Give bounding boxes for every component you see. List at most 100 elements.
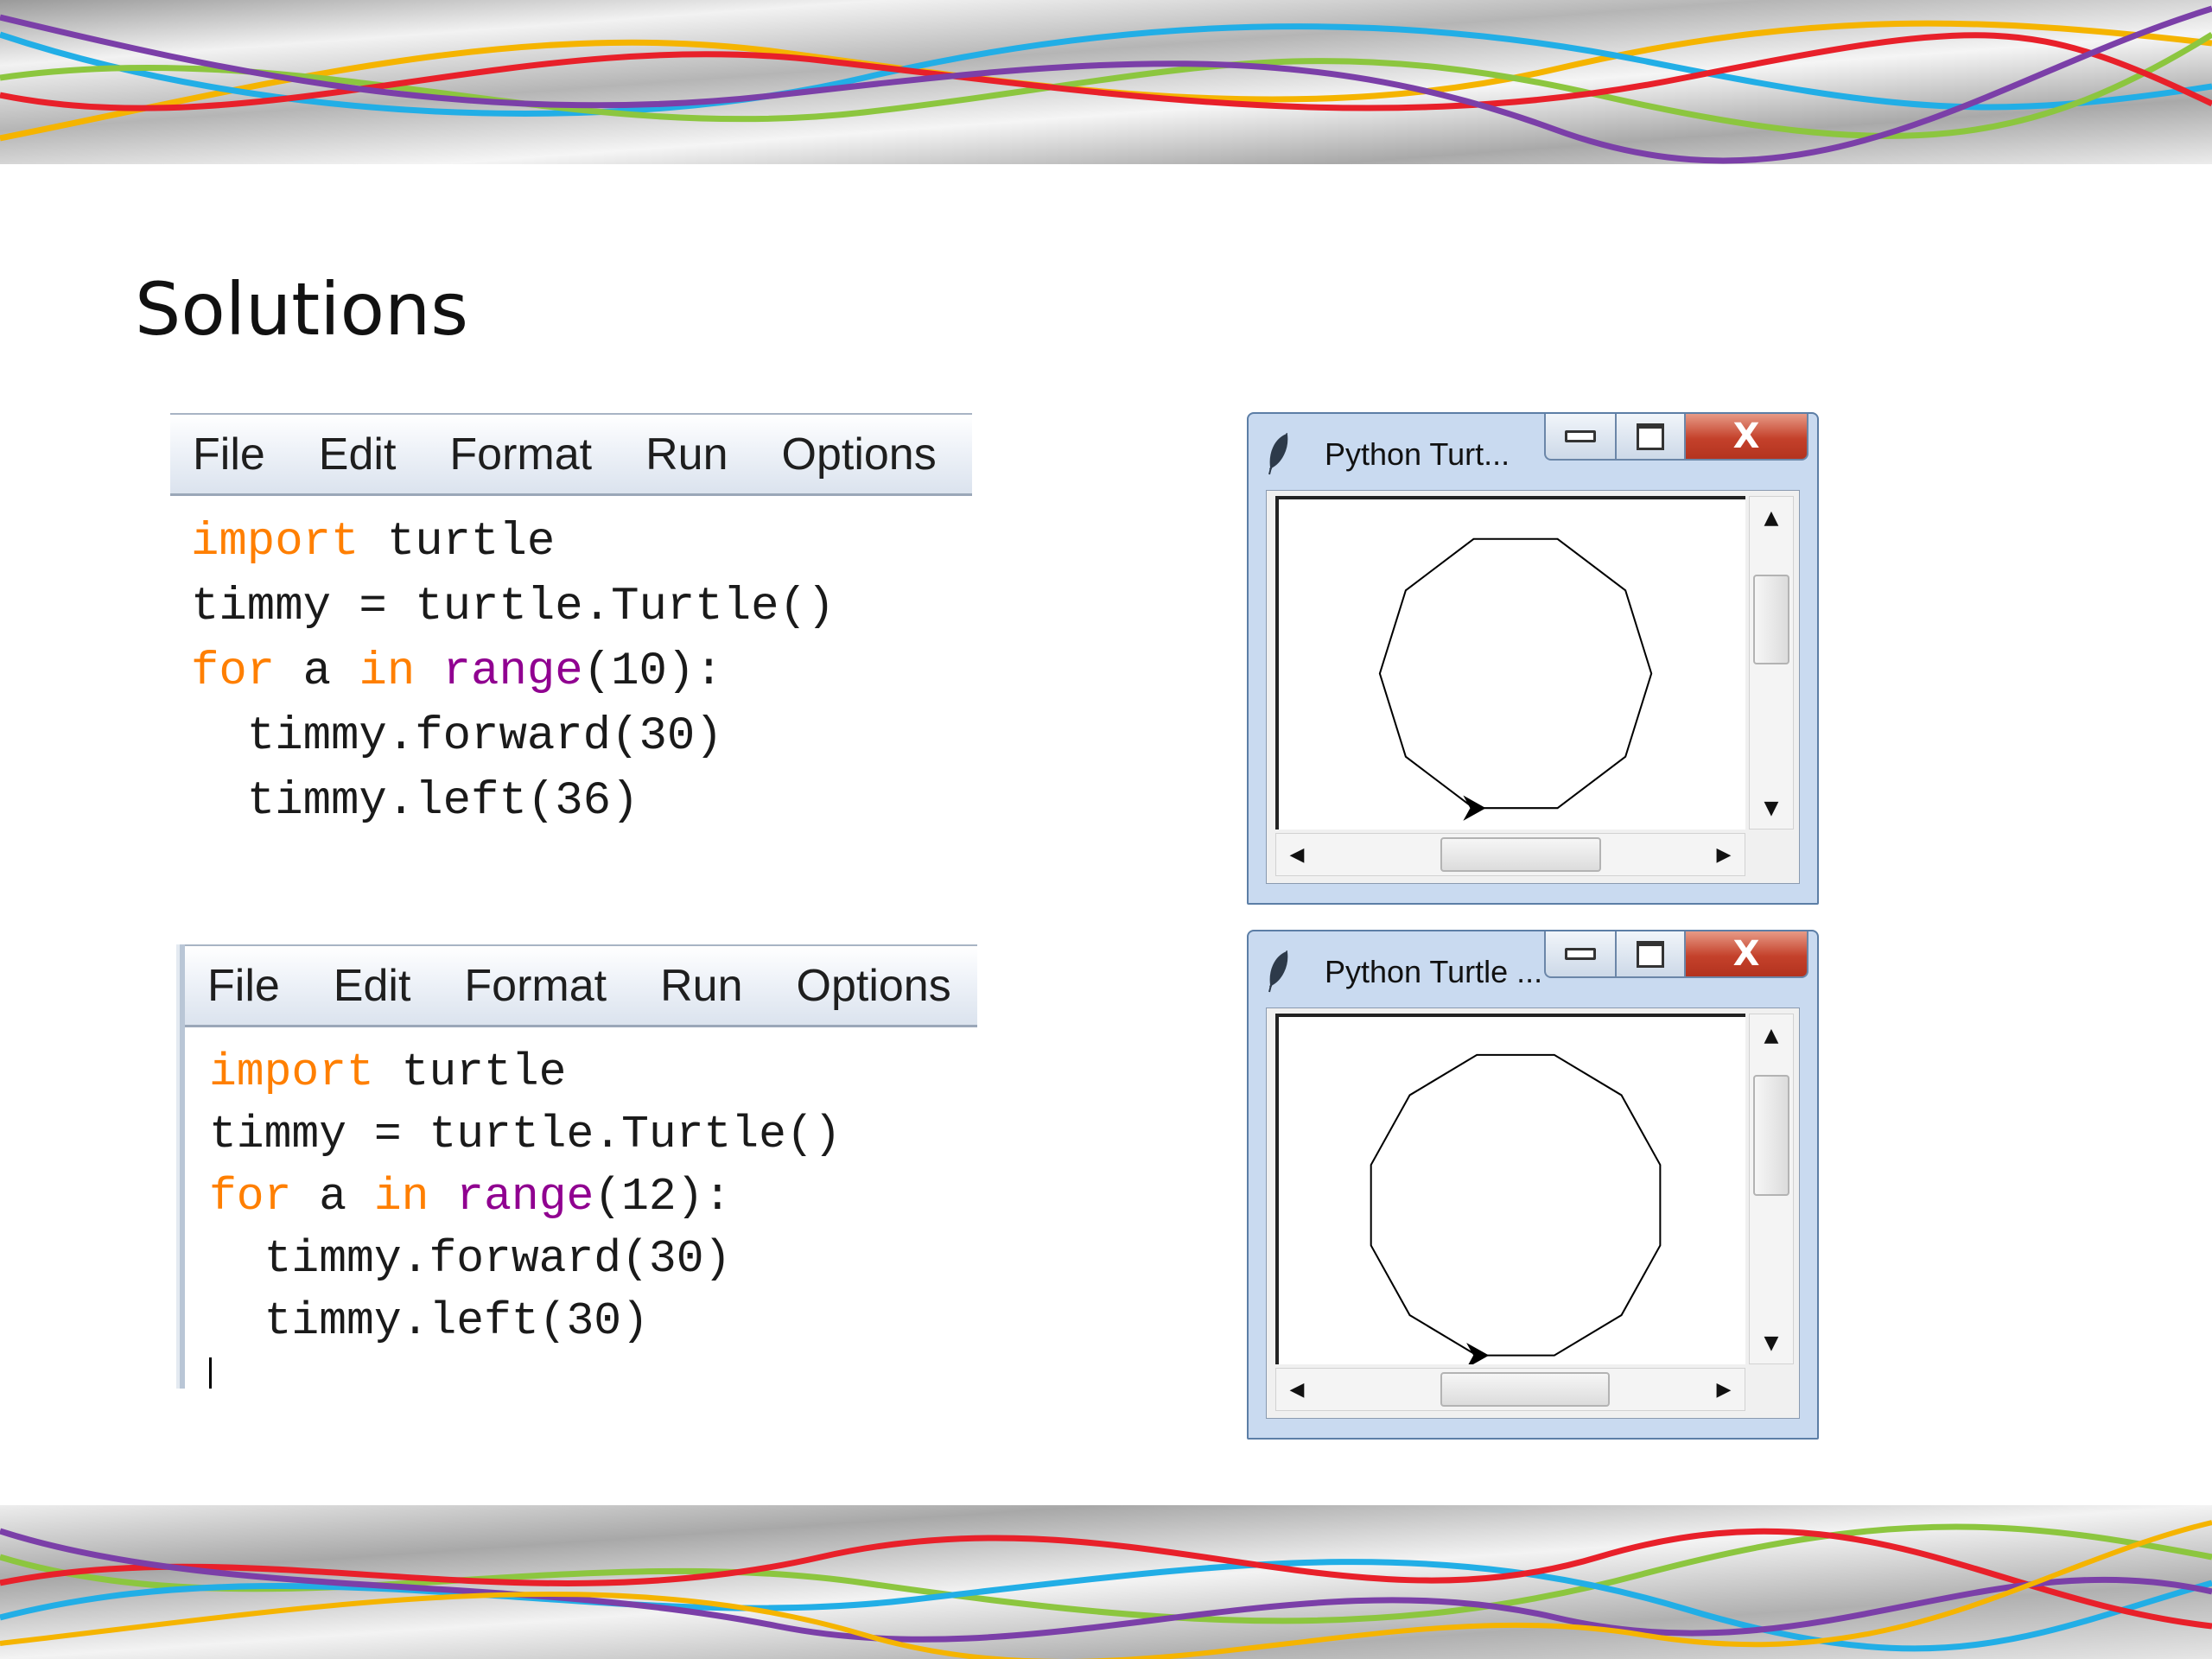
vertical-scrollbar[interactable]: ▲ ▼ xyxy=(1749,1014,1794,1364)
code-line: import turtle xyxy=(209,1041,977,1103)
menu-file[interactable]: File xyxy=(207,963,280,1008)
top-banner xyxy=(0,0,2212,164)
menu-format[interactable]: Format xyxy=(449,432,592,477)
scroll-down-button[interactable]: ▼ xyxy=(1751,787,1792,829)
minimize-button[interactable] xyxy=(1544,414,1617,461)
ribbon-decoration xyxy=(0,0,2212,164)
feather-icon xyxy=(1268,433,1288,475)
code-text: timmy = turtle.Turtle() xyxy=(191,581,836,633)
menu-format[interactable]: Format xyxy=(464,963,607,1008)
code-keyword: for xyxy=(209,1171,292,1223)
menu-run[interactable]: Run xyxy=(645,432,728,477)
turtle-cursor-icon xyxy=(1466,1343,1490,1364)
feather-icon xyxy=(1268,950,1288,993)
horizontal-scroll-thumb[interactable] xyxy=(1440,1372,1610,1407)
horizontal-scrollbar[interactable]: ◀ ▶ xyxy=(1275,1368,1745,1411)
code-area[interactable]: import turtle timmy = turtle.Turtle() for … xyxy=(170,496,972,828)
menu-edit[interactable]: Edit xyxy=(334,963,411,1008)
code-text: turtle xyxy=(359,516,556,569)
code-text: (12): xyxy=(594,1171,732,1223)
caption-buttons: X xyxy=(1544,931,1808,982)
code-text: a xyxy=(291,1171,374,1223)
code-keyword: import xyxy=(191,516,359,569)
menu-bar: File Edit Format Run Options xyxy=(185,944,977,1027)
code-text: (10): xyxy=(582,645,723,698)
scroll-right-button[interactable]: ▶ xyxy=(1703,834,1745,875)
menu-options[interactable]: Options xyxy=(797,963,951,1008)
turtle-drawing xyxy=(1370,1053,1662,1364)
code-keyword: for xyxy=(191,645,276,698)
ribbon-decoration xyxy=(0,1505,2212,1659)
window-client: ▲ ▼ ◀ ▶ xyxy=(1266,490,1800,884)
code-line: timmy.left(30) xyxy=(209,1290,977,1352)
turtle-canvas xyxy=(1275,496,1745,830)
idle-editor-1: File Edit Format Run Options import turt… xyxy=(170,413,972,828)
window-client: ▲ ▼ ◀ ▶ xyxy=(1266,1007,1800,1419)
window-title: Python Turtle ... xyxy=(1325,954,1543,989)
scroll-up-button[interactable]: ▲ xyxy=(1751,1014,1792,1056)
code-line: for a in range(10): xyxy=(191,639,972,704)
minimize-button[interactable] xyxy=(1544,931,1617,978)
code-line: timmy.forward(30) xyxy=(191,704,972,769)
close-icon: X xyxy=(1732,934,1760,974)
turtle-drawing xyxy=(1378,537,1653,821)
turtle-window-2: Python Turtle ... X ▲ ▼ ◀ ▶ xyxy=(1247,930,1819,1440)
menu-bar: File Edit Format Run Options xyxy=(170,413,972,496)
caption-buttons: X xyxy=(1544,414,1808,464)
code-text: timmy = turtle.Turtle() xyxy=(209,1109,842,1160)
vertical-scroll-thumb[interactable] xyxy=(1753,575,1789,664)
code-area[interactable]: import turtle timmy = turtle.Turtle() for … xyxy=(185,1027,977,1352)
slide-title: Solutions xyxy=(135,267,468,352)
menu-file[interactable]: File xyxy=(193,432,265,477)
turtle-window-1: Python Turt... X ▲ ▼ ◀ ▶ xyxy=(1247,412,1819,905)
code-text: timmy.left(30) xyxy=(209,1295,649,1347)
close-icon: X xyxy=(1732,416,1760,456)
code-line: timmy.left(36) xyxy=(191,769,972,828)
scroll-up-button[interactable]: ▲ xyxy=(1751,497,1792,538)
code-text: timmy.forward(30) xyxy=(209,1233,732,1285)
scroll-right-button[interactable]: ▶ xyxy=(1703,1369,1745,1410)
scroll-down-button[interactable]: ▼ xyxy=(1751,1322,1792,1363)
code-line: timmy = turtle.Turtle() xyxy=(191,575,972,639)
title-bar[interactable]: Python Turt... X xyxy=(1249,414,1817,490)
close-button[interactable]: X xyxy=(1686,931,1808,978)
window-title: Python Turt... xyxy=(1325,436,1510,472)
scroll-left-button[interactable]: ◀ xyxy=(1276,834,1318,875)
minimize-icon xyxy=(1565,430,1596,442)
code-text: turtle xyxy=(373,1046,567,1098)
turtle-cursor-icon xyxy=(1463,795,1486,821)
code-builtin: range xyxy=(456,1171,594,1223)
dodecagon-shape xyxy=(1370,1053,1662,1357)
code-keyword: import xyxy=(209,1046,374,1098)
menu-options[interactable]: Options xyxy=(782,432,937,477)
code-text: timmy.left(36) xyxy=(191,775,639,828)
close-button[interactable]: X xyxy=(1686,414,1808,461)
code-line: timmy = turtle.Turtle() xyxy=(209,1103,977,1166)
maximize-button[interactable] xyxy=(1617,931,1686,978)
text-cursor xyxy=(209,1357,212,1389)
code-text: a xyxy=(275,645,359,698)
maximize-icon xyxy=(1637,423,1664,450)
vertical-scroll-thumb[interactable] xyxy=(1753,1075,1789,1196)
menu-run[interactable]: Run xyxy=(660,963,742,1008)
code-line: import turtle xyxy=(191,510,972,575)
bottom-banner xyxy=(0,1505,2212,1659)
vertical-scrollbar[interactable]: ▲ ▼ xyxy=(1749,496,1794,830)
scroll-left-button[interactable]: ◀ xyxy=(1276,1369,1318,1410)
horizontal-scroll-thumb[interactable] xyxy=(1440,837,1601,872)
code-text: timmy.forward(30) xyxy=(191,710,723,763)
code-keyword: in xyxy=(373,1171,429,1223)
horizontal-scrollbar[interactable]: ◀ ▶ xyxy=(1275,833,1745,876)
code-line: timmy.forward(30) xyxy=(209,1228,977,1290)
code-builtin: range xyxy=(442,645,583,698)
menu-edit[interactable]: Edit xyxy=(319,432,397,477)
title-bar[interactable]: Python Turtle ... X xyxy=(1249,931,1817,1007)
code-line: for a in range(12): xyxy=(209,1166,977,1228)
minimize-icon xyxy=(1565,948,1596,960)
idle-editor-2: File Edit Format Run Options import turt… xyxy=(180,944,977,1389)
maximize-button[interactable] xyxy=(1617,414,1686,461)
code-keyword: in xyxy=(359,645,416,698)
turtle-canvas xyxy=(1275,1014,1745,1364)
